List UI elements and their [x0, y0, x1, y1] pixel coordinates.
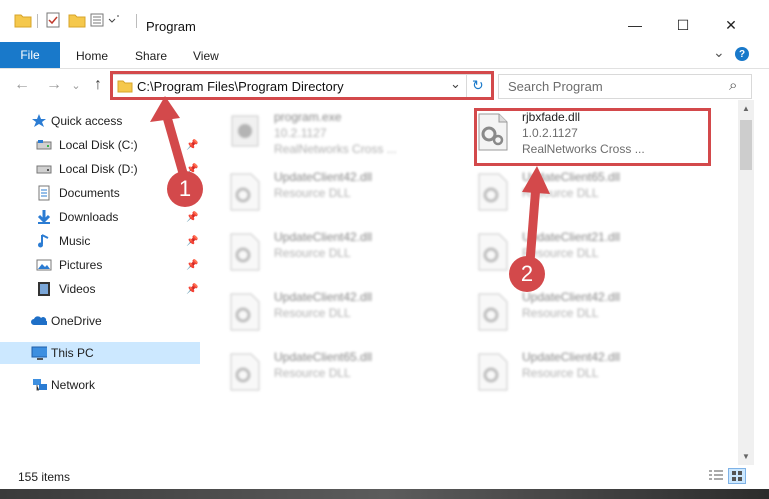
arrow-1-head [150, 96, 180, 122]
arrow-2-head [522, 166, 550, 194]
arrow-2 [525, 184, 541, 263]
callout-arrows [150, 96, 550, 263]
arrow-1 [160, 108, 190, 182]
callout-badge-2: 2 [509, 256, 545, 292]
callout-badge-1: 1 [167, 171, 203, 207]
